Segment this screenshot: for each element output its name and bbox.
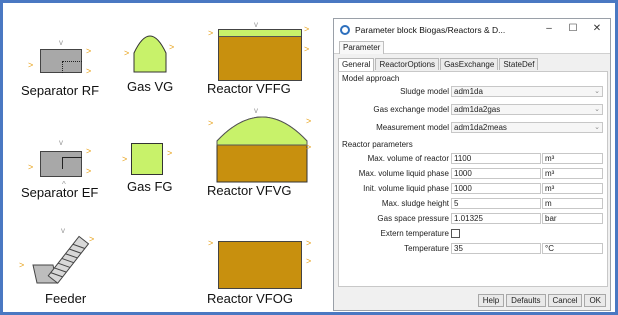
minimize-icon[interactable]: – <box>542 23 556 34</box>
gas-exchange-model-label: Gas exchange model <box>373 105 449 114</box>
sludge-model-label: Sludge model <box>400 87 449 96</box>
gas-vg-label: Gas VG <box>127 79 174 94</box>
general-panel: Model approach Sludge model adm1da ⌄ Gas … <box>338 71 608 287</box>
menu-bar: Parameter <box>334 41 610 54</box>
param-label: Max. sludge height <box>381 199 449 208</box>
section-reactor-parameters: Reactor parameters <box>342 140 413 149</box>
feeder-label: Feeder <box>45 291 87 306</box>
param-row: Max. volume of reactor 1100 m³ <box>339 152 609 165</box>
model-canvas: v > > > Separator RF > > Gas VG v > > > … <box>0 0 618 315</box>
reactor-vfvg-block[interactable]: v > > > <box>208 103 318 185</box>
max-volume-reactor-input[interactable]: 1100 <box>451 153 541 164</box>
reactor-vffg-label: Reactor VFFG <box>207 81 291 96</box>
gas-exchange-model-select[interactable]: adm1da2gas ⌄ <box>451 104 603 115</box>
tab-general[interactable]: General <box>338 58 375 71</box>
reactor-vfvg-label: Reactor VFVG <box>207 183 292 198</box>
dialog-title: Parameter block Biogas/Reactors & D... <box>355 25 506 35</box>
dialog-titlebar[interactable]: Parameter block Biogas/Reactors & D... –… <box>334 19 610 41</box>
param-row: Temperature 35 °C <box>339 242 609 255</box>
param-label: Init. volume liquid phase <box>363 184 449 193</box>
help-button[interactable]: Help <box>477 294 505 307</box>
param-label: Extern temperature <box>380 229 449 238</box>
close-icon[interactable]: ✕ <box>590 23 604 34</box>
ok-button[interactable]: OK <box>584 294 606 307</box>
reactor-vfog-label: Reactor VFOG <box>207 291 293 306</box>
extern-temperature-checkbox[interactable] <box>451 229 460 238</box>
separator-ef-block[interactable]: v > > > ^ <box>28 139 91 189</box>
gas-exchange-model-value: adm1da2gas <box>454 105 501 114</box>
chevron-down-icon: ⌄ <box>594 124 600 131</box>
tab-state-def[interactable]: StateDef <box>499 58 539 70</box>
maximize-icon[interactable]: ☐ <box>566 23 580 34</box>
measurement-model-value: adm1da2meas <box>454 123 507 132</box>
gas-fg-block[interactable]: > > <box>122 133 172 179</box>
cancel-button[interactable]: Cancel <box>547 294 583 307</box>
param-label: Max. volume of reactor <box>367 154 449 163</box>
separator-rf-label: Separator RF <box>21 83 100 98</box>
param-row: Extern temperature <box>339 227 609 240</box>
param-label: Gas space pressure <box>377 214 449 223</box>
sludge-model-select[interactable]: adm1da ⌄ <box>451 86 603 97</box>
chevron-down-icon: ⌄ <box>594 88 600 95</box>
param-unit: m³ <box>542 168 603 179</box>
gas-exchange-model-row: Gas exchange model adm1da2gas ⌄ <box>339 103 609 116</box>
section-model-approach: Model approach <box>342 74 400 83</box>
param-row: Gas space pressure 1.01325 bar <box>339 212 609 225</box>
param-row: Max. volume liquid phase 1000 m³ <box>339 167 609 180</box>
param-unit: bar <box>542 213 603 224</box>
tab-gas-exchange[interactable]: GasExchange <box>440 58 499 70</box>
param-unit: m³ <box>542 153 603 164</box>
sludge-model-value: adm1da <box>454 87 483 96</box>
measurement-model-select[interactable]: adm1da2meas ⌄ <box>451 122 603 133</box>
max-volume-liquid-input[interactable]: 1000 <box>451 168 541 179</box>
separator-rf-block[interactable]: v > > > <box>28 39 91 83</box>
tab-bar: General ReactorOptions GasExchange State… <box>334 54 610 71</box>
param-label: Temperature <box>404 244 449 253</box>
param-label: Max. volume liquid phase <box>358 169 449 178</box>
tab-reactor-options[interactable]: ReactorOptions <box>375 58 440 70</box>
sludge-model-row: Sludge model adm1da ⌄ <box>339 85 609 98</box>
gas-space-pressure-input[interactable]: 1.01325 <box>451 213 541 224</box>
defaults-button[interactable]: Defaults <box>506 294 546 307</box>
reactor-vffg-block[interactable]: v > > > <box>208 21 318 81</box>
param-unit: °C <box>542 243 603 254</box>
init-volume-liquid-input[interactable]: 1000 <box>451 183 541 194</box>
gas-vg-block[interactable]: > > <box>124 29 174 75</box>
chevron-down-icon: ⌄ <box>594 106 600 113</box>
app-icon <box>340 25 350 35</box>
temperature-input[interactable]: 35 <box>451 243 541 254</box>
param-unit: m³ <box>542 183 603 194</box>
max-sludge-height-input[interactable]: 5 <box>451 198 541 209</box>
measurement-model-row: Measurement model adm1da2meas ⌄ <box>339 121 609 134</box>
feeder-block[interactable]: v > > <box>19 227 97 289</box>
param-unit: m <box>542 198 603 209</box>
measurement-model-label: Measurement model <box>376 123 449 132</box>
gas-fg-label: Gas FG <box>127 179 173 194</box>
param-row: Max. sludge height 5 m <box>339 197 609 210</box>
reactor-vfog-block[interactable]: > > > <box>208 235 318 291</box>
param-row: Init. volume liquid phase 1000 m³ <box>339 182 609 195</box>
separator-ef-label: Separator EF <box>21 185 99 200</box>
dialog-buttons: Help Defaults Cancel OK <box>476 294 606 307</box>
menu-parameter[interactable]: Parameter <box>339 41 385 54</box>
parameter-dialog: Parameter block Biogas/Reactors & D... –… <box>333 18 611 311</box>
